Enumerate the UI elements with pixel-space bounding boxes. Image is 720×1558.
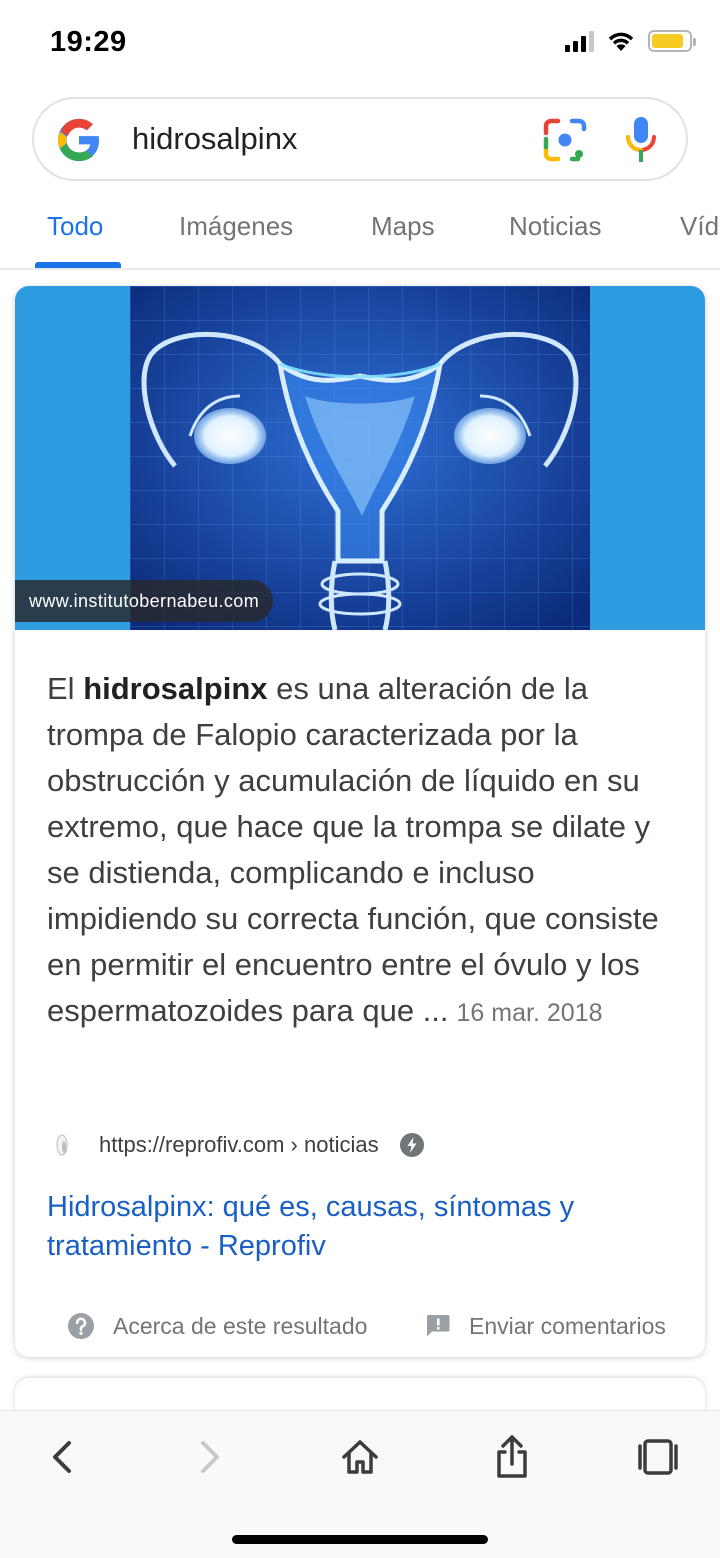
snippet-text: El hidrosalpinx es una alteración de la …	[47, 666, 687, 1036]
send-feedback-label: Enviar comentarios	[469, 1312, 666, 1339]
forward-icon	[201, 1441, 219, 1473]
tab-videos[interactable]: Víd	[680, 211, 719, 242]
battery-icon	[648, 30, 696, 52]
lens-icon[interactable]	[542, 117, 588, 163]
site-favicon-icon	[47, 1130, 77, 1160]
share-icon	[497, 1435, 527, 1478]
about-result-label: Acerca de este resultado	[113, 1312, 368, 1339]
tabs-icon	[638, 1439, 678, 1475]
forward-button[interactable]	[180, 1427, 240, 1487]
tabs-button[interactable]	[628, 1427, 688, 1487]
home-indicator[interactable]	[232, 1535, 488, 1544]
result-title-link[interactable]: Hidrosalpinx: qué es, causas, síntomas y…	[47, 1188, 667, 1266]
tab-todo[interactable]: Todo	[47, 211, 103, 242]
home-button[interactable]	[330, 1427, 390, 1487]
share-button[interactable]	[482, 1427, 542, 1487]
help-icon	[68, 1313, 94, 1339]
status-bar: 19:29	[0, 0, 720, 90]
google-logo-icon[interactable]	[56, 117, 102, 163]
status-icons	[565, 30, 696, 52]
battery-level	[652, 34, 683, 48]
wifi-icon	[608, 32, 634, 51]
active-tab-indicator	[35, 262, 121, 268]
snippet-text-rest: es una alteración de la trompa de Falopi…	[47, 671, 659, 1028]
search-input[interactable]: hidrosalpinx	[132, 121, 297, 157]
back-icon	[53, 1441, 71, 1473]
result-cite[interactable]: https://reprofiv.com › noticias	[47, 1128, 425, 1162]
cite-url[interactable]: https://reprofiv.com › noticias	[99, 1132, 379, 1158]
snippet-footer: Acerca de este resultado Enviar comentar…	[15, 1308, 705, 1344]
tab-maps[interactable]: Maps	[371, 211, 435, 242]
uterus-illustration	[130, 286, 590, 630]
home-icon	[342, 1440, 378, 1474]
snippet-image[interactable]: www.institutobernabeu.com	[15, 286, 705, 630]
status-time: 19:29	[50, 26, 127, 58]
search-tabs: Todo Imágenes Maps Noticias Víd	[0, 195, 720, 270]
tab-noticias[interactable]: Noticias	[509, 211, 601, 242]
about-result-button[interactable]: Acerca de este resultado	[67, 1312, 367, 1340]
cellular-signal-icon	[565, 30, 594, 52]
snippet-keyword: hidrosalpinx	[83, 671, 268, 706]
amp-lightning-icon	[399, 1133, 424, 1157]
image-source-label[interactable]: www.institutobernabeu.com	[15, 580, 274, 622]
search-bar[interactable]: hidrosalpinx	[32, 97, 688, 181]
mic-icon[interactable]	[624, 115, 658, 165]
back-button[interactable]	[32, 1427, 92, 1487]
snippet-date: 16 mar. 2018	[456, 999, 603, 1027]
send-feedback-button[interactable]: Enviar comentarios	[425, 1313, 666, 1340]
featured-snippet-card: www.institutobernabeu.com El hidrosalpin…	[15, 286, 705, 1357]
tab-imagenes[interactable]: Imágenes	[179, 211, 293, 242]
browser-toolbar	[0, 1410, 720, 1558]
feedback-icon	[426, 1315, 450, 1337]
snippet-text-start: El	[47, 671, 84, 706]
